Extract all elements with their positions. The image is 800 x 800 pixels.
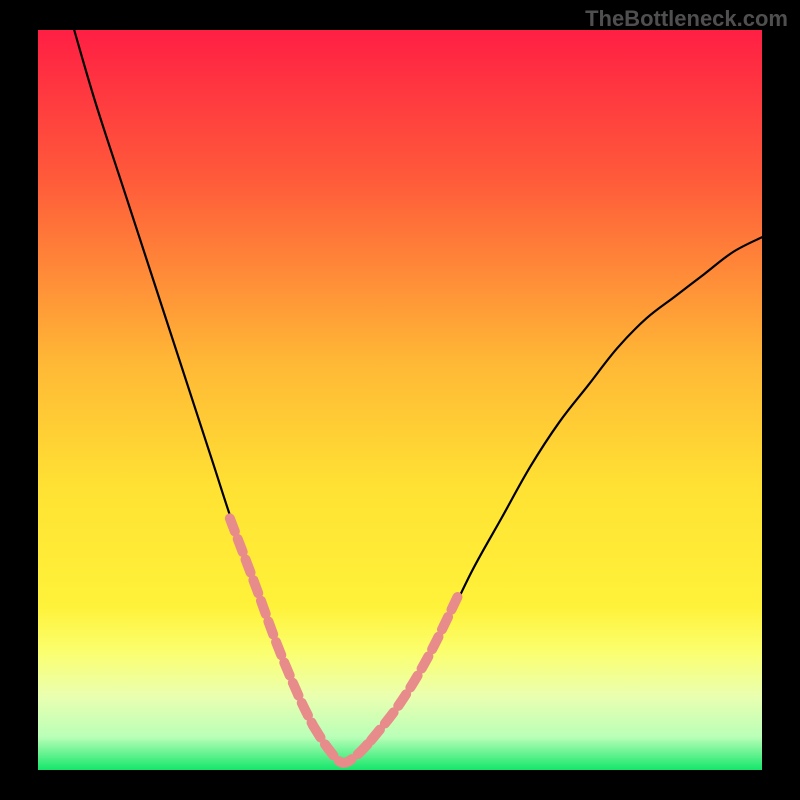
plot-background xyxy=(38,30,762,770)
chart-stage: TheBottleneck.com xyxy=(0,0,800,800)
watermark-text: TheBottleneck.com xyxy=(585,6,788,32)
bottleneck-chart xyxy=(0,0,800,800)
